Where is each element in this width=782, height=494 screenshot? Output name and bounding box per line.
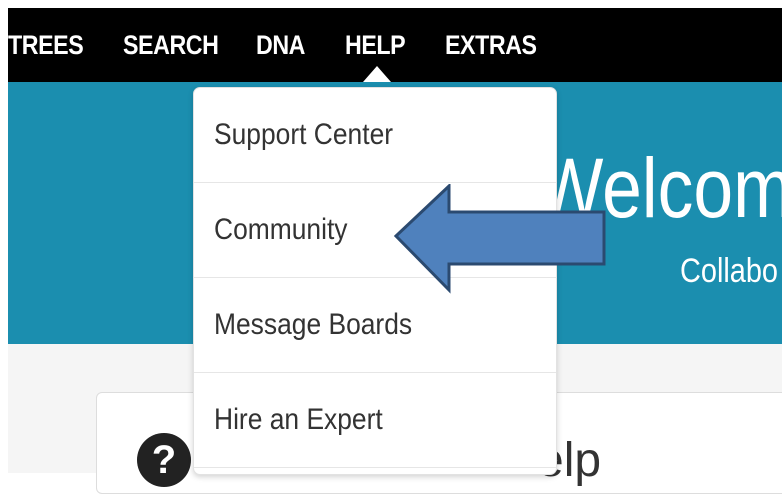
menu-item-label: Support Center <box>214 118 394 151</box>
top-navigation-bar: TREES SEARCH DNA HELP EXTRAS <box>8 8 782 82</box>
question-mark-icon: ? <box>137 433 191 487</box>
nav-extras[interactable]: EXTRAS <box>445 30 537 61</box>
menu-item-label: Community <box>214 213 348 246</box>
nav-dna[interactable]: DNA <box>256 30 305 61</box>
menu-item-label: Hire an Expert <box>214 403 383 436</box>
menu-item-support-center[interactable]: Support Center <box>194 88 556 183</box>
menu-item-hire-an-expert[interactable]: Hire an Expert <box>194 373 556 468</box>
left-arrow-icon <box>393 184 606 294</box>
nav-search[interactable]: SEARCH <box>123 30 219 61</box>
menu-item-label: Message Boards <box>214 308 413 341</box>
hero-subtitle: Collabo <box>680 252 779 290</box>
dropdown-caret <box>363 66 391 82</box>
screenshot-border-top <box>0 0 782 8</box>
nav-help[interactable]: HELP <box>345 30 406 61</box>
screenshot-border-left <box>0 0 8 473</box>
nav-trees[interactable]: TREES <box>8 30 84 61</box>
